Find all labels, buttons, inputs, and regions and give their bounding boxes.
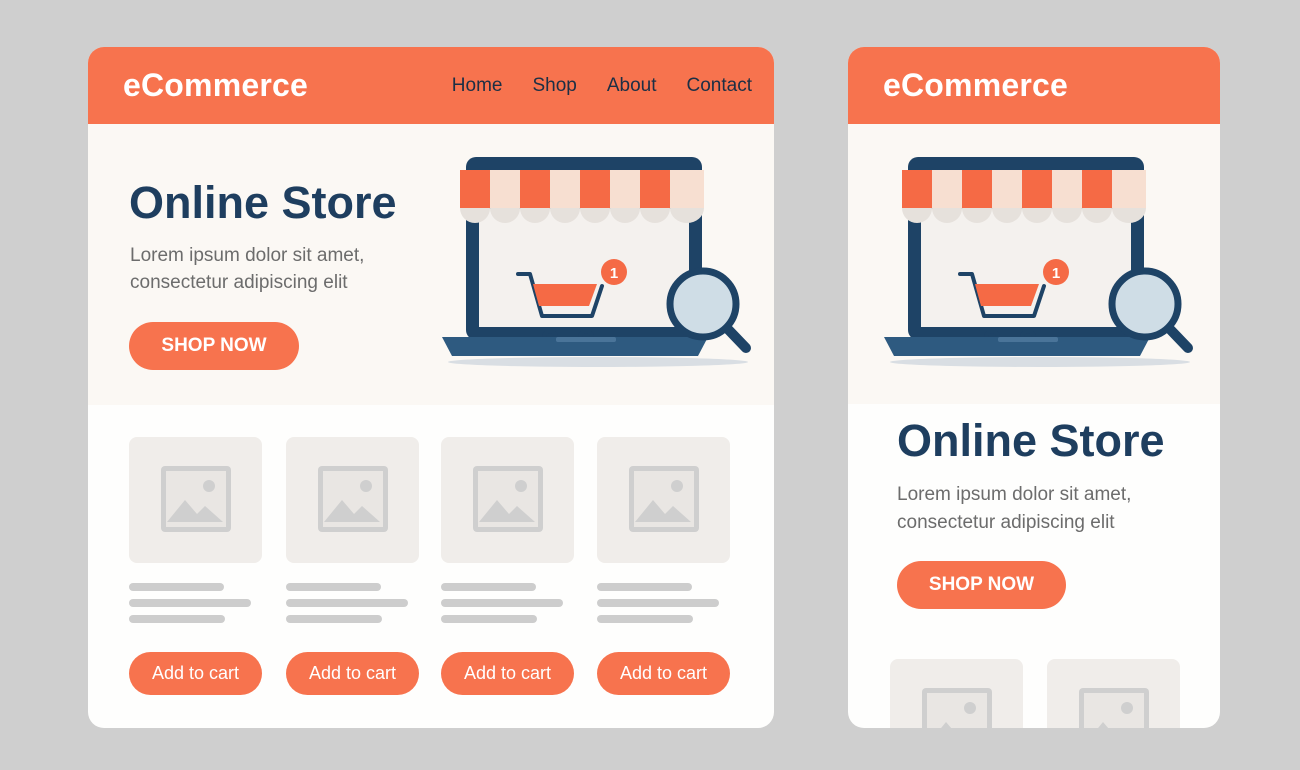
image-placeholder-icon <box>473 466 543 532</box>
product-card: Add to cart <box>129 437 262 695</box>
mobile-hero-subtitle-line1: Lorem ipsum dolor sit amet, <box>897 484 1132 505</box>
add-to-cart-button[interactable]: Add to cart <box>441 652 574 695</box>
mobile-hero-title: Online Store <box>897 415 1165 466</box>
product-image <box>129 437 262 563</box>
product-grid: Add to cart Add to cart Add to cart Add … <box>129 437 734 697</box>
text-placeholder <box>129 583 224 591</box>
image-placeholder-icon <box>318 466 388 532</box>
product-image <box>286 437 419 563</box>
add-to-cart-button[interactable]: Add to cart <box>286 652 419 695</box>
mobile-hero-subtitle-line2: consectetur adipiscing elit <box>897 512 1115 533</box>
nav-about[interactable]: About <box>607 75 657 97</box>
storefront-laptop-icon: 1 <box>442 157 751 367</box>
nav-contact[interactable]: Contact <box>687 75 752 97</box>
text-placeholder <box>286 615 382 623</box>
text-placeholder <box>597 599 719 607</box>
image-placeholder-icon <box>161 466 231 532</box>
mobile-hero-illustration-area: 1 <box>848 124 1220 404</box>
image-placeholder-icon <box>922 688 992 728</box>
product-card: Add to cart <box>597 437 730 695</box>
image-placeholder-icon <box>629 466 699 532</box>
mobile-header: eCommerce <box>848 47 1220 124</box>
product-image <box>597 437 730 563</box>
nav-home[interactable]: Home <box>452 75 503 97</box>
header: eCommerce Home Shop About Contact <box>88 47 774 124</box>
text-placeholder <box>597 615 693 623</box>
text-placeholder <box>597 583 692 591</box>
hero-section: Online Store Lorem ipsum dolor sit amet,… <box>88 124 774 405</box>
product-image <box>1047 659 1180 728</box>
image-placeholder-icon <box>1079 688 1149 728</box>
text-placeholder <box>441 615 537 623</box>
hero-subtitle-line1: Lorem ipsum dolor sit amet, <box>130 245 365 266</box>
product-image <box>441 437 574 563</box>
text-placeholder <box>286 583 381 591</box>
main-nav: Home Shop About Contact <box>452 75 752 97</box>
mobile-frame: eCommerce 1 Online Store Lorem ipsum dol… <box>848 47 1220 728</box>
mobile-hero-subtitle: Lorem ipsum dolor sit amet, consectetur … <box>897 481 1177 537</box>
product-image <box>890 659 1023 728</box>
text-placeholder <box>286 599 408 607</box>
hero-title: Online Store <box>129 177 397 228</box>
shop-now-button[interactable]: SHOP NOW <box>129 322 299 370</box>
text-placeholder <box>441 583 536 591</box>
add-to-cart-button[interactable]: Add to cart <box>129 652 262 695</box>
text-placeholder <box>129 599 251 607</box>
cart-badge: 1 <box>610 265 618 282</box>
product-card: Add to cart <box>441 437 574 695</box>
cart-badge: 1 <box>1052 265 1060 282</box>
add-to-cart-button[interactable]: Add to cart <box>597 652 730 695</box>
logo[interactable]: eCommerce <box>123 67 308 104</box>
mobile-shop-now-button[interactable]: SHOP NOW <box>897 561 1066 609</box>
product-card: Add to cart <box>286 437 419 695</box>
hero-subtitle-line2: consectetur adipiscing elit <box>130 272 348 293</box>
mobile-logo[interactable]: eCommerce <box>883 67 1068 104</box>
hero-subtitle: Lorem ipsum dolor sit amet, consectetur … <box>130 242 410 296</box>
text-placeholder <box>129 615 225 623</box>
nav-shop[interactable]: Shop <box>532 75 576 97</box>
text-placeholder <box>441 599 563 607</box>
storefront-laptop-icon: 1 <box>884 157 1193 367</box>
desktop-frame: eCommerce Home Shop About Contact Online… <box>88 47 774 728</box>
